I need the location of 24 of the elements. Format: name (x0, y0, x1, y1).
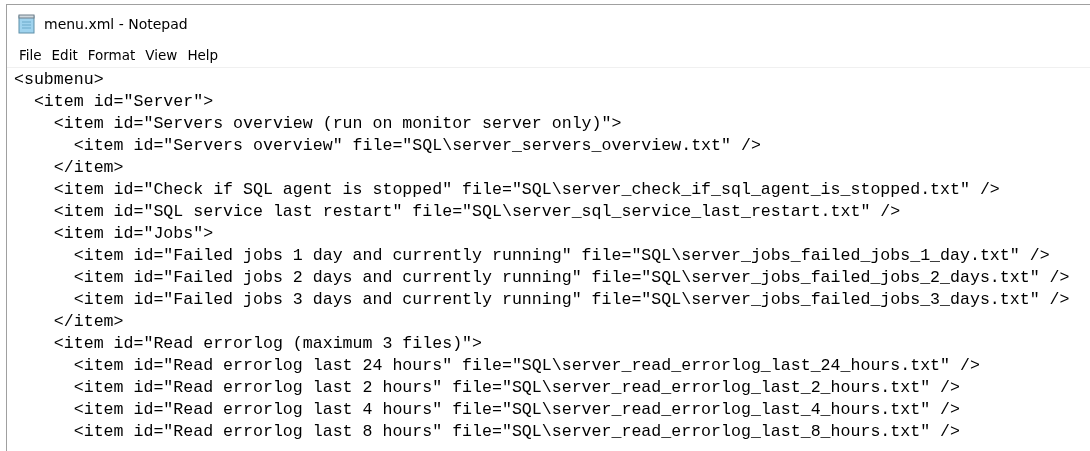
code-line: </item> (52, 157, 124, 179)
menu-item[interactable]: Format (82, 47, 141, 63)
menu-item[interactable]: Help (182, 47, 224, 63)
code-line: <item id="Read errorlog last 24 hours" file="SQL\server_read_errorlog_last_24_hours.txt" /> (72, 355, 980, 377)
code-line: <item id="Read errorlog last 2 hours" file="SQL\server_read_errorlog_last_2_hours.txt" /> (72, 377, 960, 399)
code-line: <item id="Servers overview (run on monitor server only)"> (52, 113, 622, 135)
code-line: <item id="Read errorlog (maximum 3 files)"> (52, 333, 483, 355)
code-line: </item> (52, 311, 124, 333)
code-line: <submenu> (14, 69, 104, 91)
code-line: <item id="Failed jobs 2 days and currently running" file="SQL\server_jobs_failed_jobs_2_days.txt" /> (72, 267, 1070, 289)
code-line: <item id="Servers overview" file="SQL\server_servers_overview.txt" /> (72, 135, 761, 157)
code-line: <item id="Check if SQL agent is stopped" file="SQL\server_check_if_sql_agent_is_stopped.txt" /> (52, 179, 1000, 201)
code-line: <item id="Server"> (32, 91, 214, 113)
menu-item[interactable]: Edit (46, 47, 83, 63)
code-line: <item id="Read errorlog last 4 hours" file="SQL\server_read_errorlog_last_4_hours.txt" /> (72, 399, 960, 421)
code-line: <item id="Jobs"> (52, 223, 214, 245)
notepad-icon (18, 14, 36, 34)
code-line: <item id="Read errorlog last 8 hours" file="SQL\server_read_errorlog_last_8_hours.txt" /> (72, 421, 960, 443)
code-line: <item id="Failed jobs 1 day and currently running" file="SQL\server_jobs_failed_jobs_1_day.txt" /> (72, 245, 1050, 267)
code-line: <item id="Failed jobs 3 days and currently running" file="SQL\server_jobs_failed_jobs_3_days.txt" /> (72, 289, 1070, 311)
code-line: <item id="SQL service last restart" file="SQL\server_sql_service_last_restart.txt" /> (52, 201, 901, 223)
menu-item[interactable]: File (14, 47, 47, 63)
window-title: menu.xml - Notepad (44, 16, 188, 32)
menu-item[interactable]: View (140, 47, 183, 63)
